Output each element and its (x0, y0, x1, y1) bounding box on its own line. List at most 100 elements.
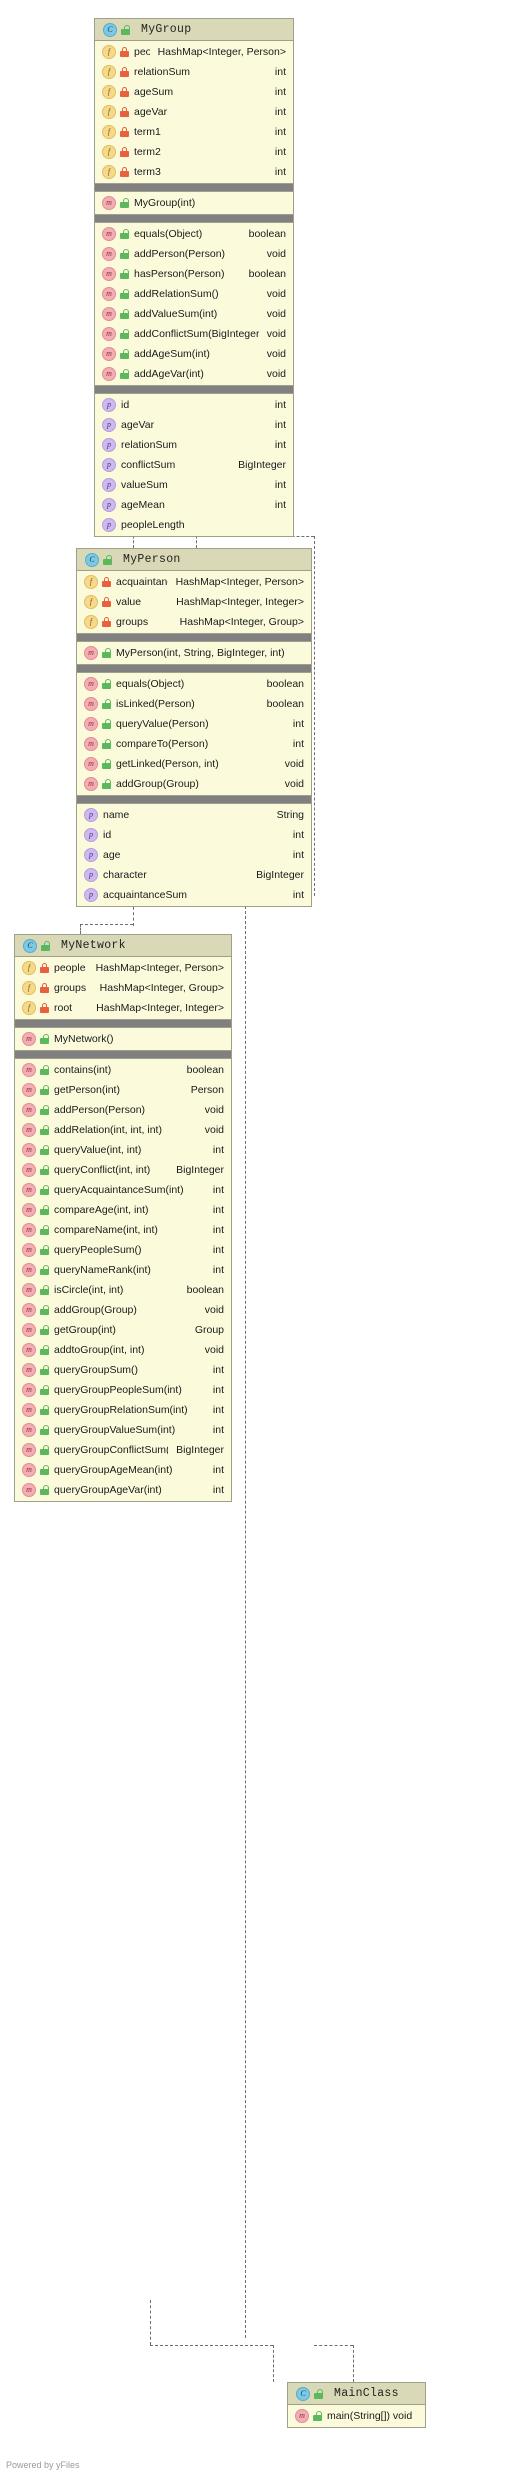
method-row[interactable]: m queryGroupValueSum(int) int (15, 1420, 231, 1440)
method-name-label: addPerson(Person) (54, 1104, 146, 1116)
field-row[interactable]: f value HashMap<Integer, Integer> (77, 592, 311, 612)
field-row[interactable]: f term2 int (95, 142, 293, 162)
method-row[interactable]: m queryGroupSum() int (15, 1360, 231, 1380)
property-row[interactable]: p ageMean int (95, 495, 293, 515)
class-box-mygroup[interactable]: C MyGroup f people HashMap<Integer, Person… (94, 18, 294, 537)
property-icon: p (84, 848, 98, 862)
property-row[interactable]: p relationSum int (95, 435, 293, 455)
method-row[interactable]: m addGroup(Group) void (77, 774, 311, 794)
field-row[interactable]: f term3 int (95, 162, 293, 182)
class-box-myperson[interactable]: C MyPerson f acquaintance HashMap<Integer,… (76, 548, 312, 907)
method-row[interactable]: m queryNameRank(int) int (15, 1260, 231, 1280)
class-box-mainclass[interactable]: C MainClass m main(String[]) void (287, 2382, 426, 2428)
lock-open-icon (40, 1205, 49, 1215)
method-row[interactable]: m addPerson(Person) void (95, 244, 293, 264)
method-row[interactable]: m queryGroupPeopleSum(int) int (15, 1380, 231, 1400)
method-row[interactable]: m getPerson(int) Person (15, 1080, 231, 1100)
method-icon: m (102, 287, 116, 301)
method-row[interactable]: m queryAcquaintanceSum(int) int (15, 1180, 231, 1200)
property-name-label: conflictSum (121, 459, 176, 471)
method-row[interactable]: m queryGroupAgeMean(int) int (15, 1460, 231, 1480)
class-box-mynetwork[interactable]: C MyNetwork f people HashMap<Integer, Pers… (14, 934, 232, 1502)
property-name-label: character (103, 869, 147, 881)
method-row[interactable]: m main(String[]) void (288, 2406, 425, 2426)
property-row[interactable]: p acquaintanceSum int (77, 885, 311, 905)
lock-open-icon (120, 229, 129, 239)
field-row[interactable]: f acquaintance HashMap<Integer, Person> (77, 572, 311, 592)
method-row[interactable]: m addPerson(Person) void (15, 1100, 231, 1120)
field-row[interactable]: f groups HashMap<Integer, Group> (15, 978, 231, 998)
method-row[interactable]: m MyPerson(int, String, BigInteger, int) (77, 643, 311, 663)
property-type-label: int (292, 849, 304, 861)
property-icon: p (102, 458, 116, 472)
property-row[interactable]: p name String (77, 805, 311, 825)
method-row[interactable]: m queryGroupConflictSum(int) BigInteger (15, 1440, 231, 1460)
method-row[interactable]: m addRelationSum() void (95, 284, 293, 304)
property-icon: p (84, 868, 98, 882)
property-type-label: int (274, 499, 286, 511)
method-row[interactable]: m queryValue(int, int) int (15, 1140, 231, 1160)
property-row[interactable]: p ageVar int (95, 415, 293, 435)
property-row[interactable]: p id int (77, 825, 311, 845)
field-row[interactable]: f people HashMap<Integer, Person> (95, 42, 293, 62)
property-name-label: id (121, 399, 130, 411)
field-row[interactable]: f ageVar int (95, 102, 293, 122)
property-row[interactable]: p age int (77, 845, 311, 865)
lock-open-icon (40, 1385, 49, 1395)
method-row[interactable]: m compareTo(Person) int (77, 734, 311, 754)
edge-mynetwork-to-myperson-1b (80, 924, 81, 934)
method-row[interactable]: m addGroup(Group) void (15, 1300, 231, 1320)
method-type-label: void (284, 758, 304, 770)
lock-open-icon (40, 1405, 49, 1415)
lock-closed-icon (40, 983, 49, 993)
method-type-label: void (266, 288, 286, 300)
method-row[interactable]: m equals(Object) boolean (77, 674, 311, 694)
method-row[interactable]: m isCircle(int, int) boolean (15, 1280, 231, 1300)
field-row[interactable]: f people HashMap<Integer, Person> (15, 958, 231, 978)
property-row[interactable]: p id int (95, 395, 293, 415)
method-row[interactable]: m getLinked(Person, int) void (77, 754, 311, 774)
field-row[interactable]: f relationSum int (95, 62, 293, 82)
property-row[interactable]: p valueSum int (95, 475, 293, 495)
field-name-label: acquaintance (116, 576, 168, 588)
field-row[interactable]: f term1 int (95, 122, 293, 142)
method-row[interactable]: m addAgeVar(int) void (95, 364, 293, 384)
method-row[interactable]: m queryConflict(int, int) BigInteger (15, 1160, 231, 1180)
method-row[interactable]: m addtoGroup(int, int) void (15, 1340, 231, 1360)
property-row[interactable]: p character BigInteger (77, 865, 311, 885)
field-icon: f (22, 981, 36, 995)
field-row[interactable]: f ageSum int (95, 82, 293, 102)
method-row[interactable]: m getGroup(int) Group (15, 1320, 231, 1340)
method-name-label: compareName(int, int) (54, 1224, 158, 1236)
method-row[interactable]: m equals(Object) boolean (95, 224, 293, 244)
method-row[interactable]: m MyNetwork() (15, 1029, 231, 1049)
property-icon: p (102, 438, 116, 452)
method-row[interactable]: m queryGroupRelationSum(int) int (15, 1400, 231, 1420)
method-name-label: queryGroupConflictSum(int) (54, 1444, 169, 1456)
property-row[interactable]: p conflictSum BigInteger (95, 455, 293, 475)
method-row[interactable]: m contains(int) boolean (15, 1060, 231, 1080)
method-row[interactable]: m isLinked(Person) boolean (77, 694, 311, 714)
field-name-label: term3 (134, 166, 161, 178)
method-type-label: int (212, 1364, 224, 1376)
field-name-label: term2 (134, 146, 161, 158)
method-row[interactable]: m queryPeopleSum() int (15, 1240, 231, 1260)
method-row[interactable]: m addAgeSum(int) void (95, 344, 293, 364)
method-type-label: void (266, 348, 286, 360)
method-row[interactable]: m addRelation(int, int, int) void (15, 1120, 231, 1140)
method-row[interactable]: m compareAge(int, int) int (15, 1200, 231, 1220)
field-row[interactable]: f root HashMap<Integer, Integer> (15, 998, 231, 1018)
method-row[interactable]: m addConflictSum(BigInteger) void (95, 324, 293, 344)
lock-open-icon (120, 198, 129, 208)
method-row[interactable]: m queryGroupAgeVar(int) int (15, 1480, 231, 1500)
section-divider (15, 1050, 231, 1059)
method-row[interactable]: m compareName(int, int) int (15, 1220, 231, 1240)
method-row[interactable]: m addValueSum(int) void (95, 304, 293, 324)
field-row[interactable]: f groups HashMap<Integer, Group> (77, 612, 311, 632)
method-row[interactable]: m MyGroup(int) (95, 193, 293, 213)
method-row[interactable]: m queryValue(Person) int (77, 714, 311, 734)
method-type-label: void (266, 308, 286, 320)
method-row[interactable]: m hasPerson(Person) boolean (95, 264, 293, 284)
property-row[interactable]: p peopleLength (95, 515, 293, 535)
lock-closed-icon (120, 47, 129, 57)
